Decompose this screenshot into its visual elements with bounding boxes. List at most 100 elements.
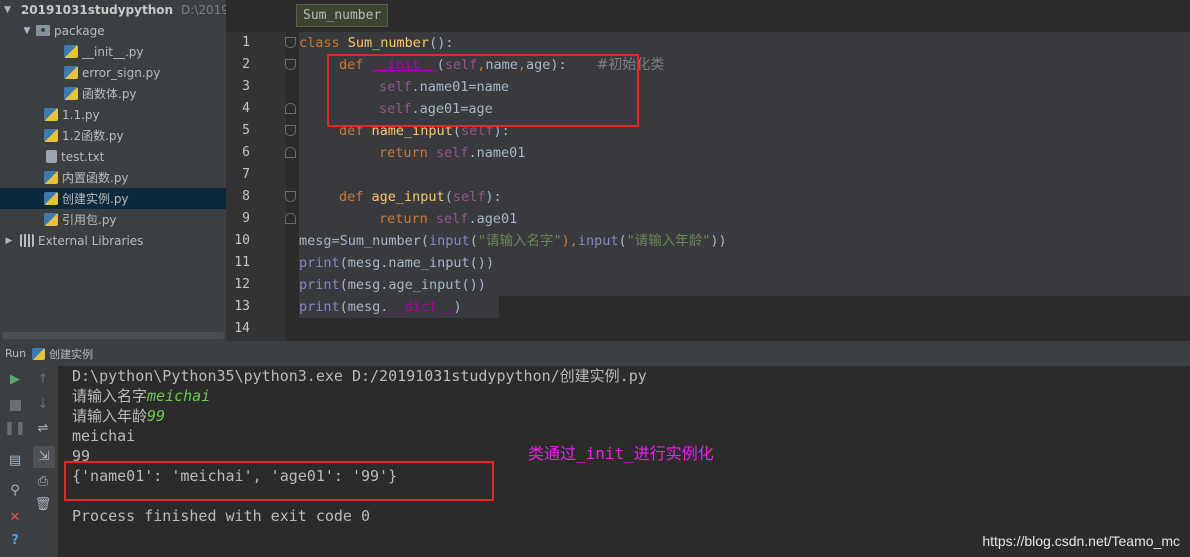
rerun-icon[interactable]: ▶ — [6, 371, 24, 389]
builtin-token: print — [299, 277, 340, 293]
tree-item-label: External Libraries — [38, 233, 144, 248]
expand-arrow-icon[interactable]: ▼ — [22, 26, 32, 36]
tree-item-function-body[interactable]: 函数体.py — [0, 83, 226, 104]
collapse-arrow-icon[interactable]: ▶ — [4, 236, 14, 246]
console-output[interactable]: D:\python\Python35\python3.exe D:/201910… — [58, 366, 1190, 557]
scroll-down-icon[interactable]: ↓ — [34, 396, 52, 414]
tree-item-label: 创建实例.py — [62, 192, 129, 206]
scroll-to-end-icon[interactable]: ⇲ — [33, 446, 55, 468]
line-number: 10 — [234, 233, 250, 248]
tree-item-label: 内置函数.py — [62, 171, 129, 185]
tree-item-package[interactable]: ▼ package — [0, 20, 226, 41]
code-token: (mesg.name_input()) — [339, 255, 495, 271]
line-number: 11 — [234, 255, 250, 270]
keyword-token: return — [379, 145, 428, 161]
scroll-up-icon[interactable]: ↑ — [34, 371, 52, 389]
line-number: 4 — [242, 101, 250, 116]
fold-marker-icon[interactable] — [285, 191, 296, 202]
console-line-name-prompt: 请输入名字meichai — [72, 386, 210, 406]
python-file-icon — [64, 45, 78, 58]
help-icon[interactable]: ? — [6, 532, 24, 550]
tree-item-init[interactable]: __init__.py — [0, 41, 226, 62]
close-icon[interactable]: ✕ — [6, 509, 24, 527]
python-file-icon — [64, 66, 78, 79]
tree-root-label: 20191031studypython — [20, 2, 174, 17]
pin-icon[interactable]: ⚲ — [6, 482, 24, 500]
horizontal-scrollbar[interactable] — [2, 332, 224, 339]
fold-marker-icon[interactable] — [285, 37, 296, 48]
user-input-text: 99 — [147, 407, 166, 425]
tree-item-1-1[interactable]: 1.1.py — [0, 104, 226, 125]
paren-token: ( — [469, 233, 478, 249]
run-toolbar: ▶ ❚❚ ▤ ⚲ ✕ ? ↑ ↓ ⇌ ⇲ ⎙ 🗑 — [0, 366, 58, 557]
magic-attribute-token: __dict__ — [388, 299, 454, 315]
fold-marker-icon[interactable] — [285, 103, 296, 114]
line-number: 3 — [242, 79, 250, 94]
stop-icon[interactable] — [6, 396, 24, 414]
tree-root-row[interactable]: ▼ 20191031studypython D:\2019 — [0, 0, 226, 20]
builtin-token: print — [299, 299, 340, 315]
builtin-token: input — [577, 233, 619, 249]
run-config-name[interactable]: 创建实例 — [49, 346, 93, 362]
tree-item-label: test.txt — [61, 149, 105, 164]
pause-icon[interactable]: ❚❚ — [4, 420, 26, 438]
paren-token: ) — [453, 299, 462, 315]
string-token: "请输入名字" — [477, 233, 562, 249]
console-exit-line: Process finished with exit code 0 — [72, 507, 371, 525]
line-number: 9 — [242, 211, 250, 226]
code-token: mesg=Sum_number( — [299, 233, 430, 249]
tree-item-external-libraries[interactable]: ▶ External Libraries — [0, 230, 226, 251]
tree-item-error-sign[interactable]: error_sign.py — [0, 62, 226, 83]
python-file-icon — [44, 171, 58, 184]
string-token: "请输入年龄" — [626, 233, 711, 249]
line-number: 7 — [242, 167, 250, 182]
console-command-line: D:\python\Python35\python3.exe D:/201910… — [72, 367, 647, 385]
self-token: self — [435, 211, 469, 227]
tree-item-label: 1.2函数.py — [62, 129, 124, 143]
line-number: 14 — [234, 321, 250, 336]
tree-item-label: 引用包.py — [62, 213, 117, 227]
line-number: 8 — [242, 189, 250, 204]
soft-wrap-icon[interactable]: ⇌ — [34, 420, 52, 438]
python-file-icon — [44, 213, 58, 226]
layout-icon[interactable]: ▤ — [6, 452, 24, 470]
tree-item-1-2[interactable]: 1.2函数.py — [0, 125, 226, 146]
expand-arrow-icon[interactable]: ▼ — [4, 5, 11, 15]
trash-icon[interactable]: 🗑 — [34, 496, 52, 514]
paren-token: ( — [618, 233, 627, 249]
paren-token: )) — [710, 233, 727, 249]
fold-marker-icon[interactable] — [285, 125, 296, 136]
function-name-token: age_input — [371, 189, 445, 205]
console-output-line: meichai — [72, 427, 136, 445]
paren-token: (): — [429, 35, 454, 51]
line-number: 2 — [242, 57, 250, 72]
line-number-gutter: 1 2 3 4 5 6 7 8 9 10 11 12 13 14 — [226, 32, 296, 341]
run-tool-window-header: Run 创建实例 — [0, 341, 1190, 366]
watermark: https://blog.csdn.net/Teamo_mc — [982, 533, 1180, 549]
code-line-13: print(mesg.__dict__) — [299, 296, 499, 318]
breadcrumb[interactable]: Sum_number — [296, 4, 389, 27]
tree-item-label: 函数体.py — [82, 87, 137, 101]
tree-item-create-instance[interactable]: 创建实例.py — [0, 188, 226, 209]
library-icon — [20, 234, 34, 247]
tree-item-test-txt[interactable]: test.txt — [0, 146, 226, 167]
fold-marker-icon[interactable] — [285, 59, 296, 70]
code-token: (mesg. — [339, 299, 389, 315]
builtin-token: print — [299, 255, 340, 271]
attribute-token: .age01 — [468, 211, 518, 227]
highlight-box-init — [327, 54, 639, 127]
code-editor[interactable]: Sum_number 1 2 3 4 5 6 7 8 9 10 11 12 13… — [226, 0, 1190, 341]
tree-item-import-package[interactable]: 引用包.py — [0, 209, 226, 230]
python-file-icon — [44, 192, 58, 205]
print-icon[interactable]: ⎙ — [34, 473, 52, 491]
fold-marker-icon[interactable] — [285, 213, 296, 224]
keyword-token: class — [299, 35, 340, 51]
python-run-config-icon — [32, 347, 46, 360]
tree-item-builtin-functions[interactable]: 内置函数.py — [0, 167, 226, 188]
code-line-12: print(mesg.age_input()) — [299, 274, 1190, 296]
code-line-7 — [299, 164, 1190, 186]
run-tab-label[interactable]: Run — [5, 347, 26, 360]
fold-marker-icon[interactable] — [285, 147, 296, 158]
